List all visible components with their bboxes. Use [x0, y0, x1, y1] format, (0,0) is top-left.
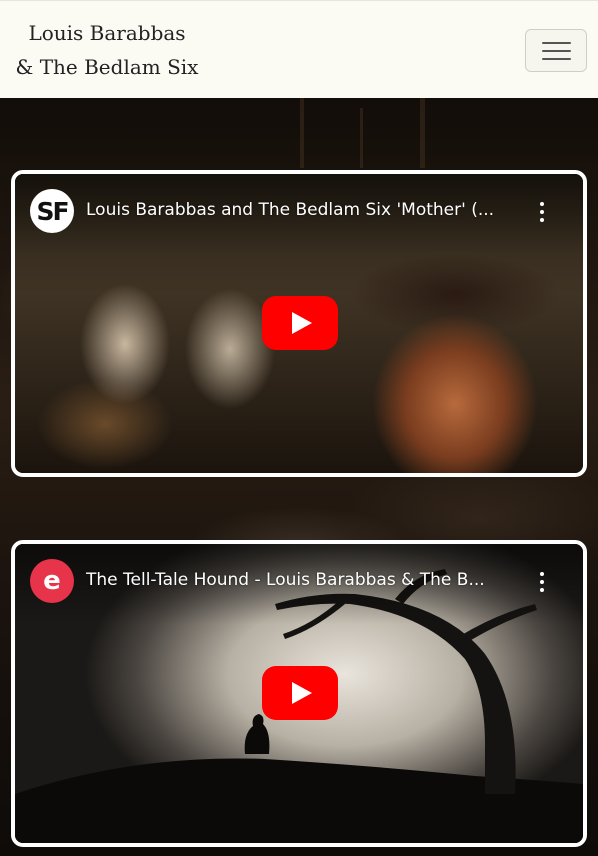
background-beam	[360, 108, 363, 168]
brand-line-2: & The Bedlam Six	[15, 55, 199, 79]
background-beam	[300, 98, 304, 168]
youtube-play-icon	[292, 682, 312, 704]
video-embed-1[interactable]: SF Louis Barabbas and The Bedlam Six 'Mo…	[11, 170, 587, 477]
youtube-play-icon	[292, 312, 312, 334]
youtube-play-button[interactable]	[262, 296, 338, 350]
video-title-link[interactable]: Louis Barabbas and The Bedlam Six 'Mothe…	[86, 200, 526, 220]
background-beam	[420, 98, 425, 168]
channel-avatar-text: e	[43, 566, 61, 596]
brand-line-1: Louis Barabbas	[28, 21, 186, 45]
site-brand[interactable]: Louis Barabbas & The Bedlam Six	[12, 16, 202, 84]
video-embed-2[interactable]: e The Tell-Tale Hound - Louis Barabbas &…	[11, 540, 587, 847]
more-vert-icon[interactable]	[536, 202, 548, 224]
channel-avatar[interactable]: e	[30, 559, 74, 603]
channel-avatar[interactable]: SF	[30, 189, 74, 233]
more-vert-icon[interactable]	[536, 572, 548, 594]
navbar: Louis Barabbas & The Bedlam Six	[0, 0, 598, 98]
video-title-link[interactable]: The Tell-Tale Hound - Louis Barabbas & T…	[86, 570, 526, 590]
navbar-toggler-button[interactable]	[525, 29, 587, 72]
youtube-play-button[interactable]	[262, 666, 338, 720]
channel-avatar-text: SF	[36, 196, 69, 226]
